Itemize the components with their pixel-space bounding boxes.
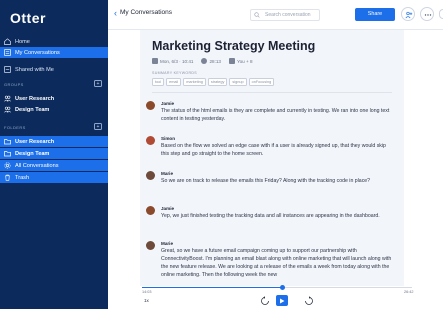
meeting-attendees[interactable]: You + 8 bbox=[228, 58, 253, 64]
back-button[interactable]: ‹ My Conversations bbox=[114, 7, 173, 18]
add-folder-button[interactable]: + bbox=[94, 123, 102, 130]
sidebar-item-label: User Research bbox=[15, 138, 55, 145]
sidebar-folder-trash[interactable]: Trash bbox=[0, 172, 108, 183]
folder-icon bbox=[4, 150, 11, 157]
play-icon bbox=[280, 298, 285, 303]
sidebar: Otter Home My Conversations Shared with … bbox=[0, 0, 108, 309]
add-group-button[interactable]: + bbox=[94, 80, 102, 87]
more-options-button[interactable] bbox=[420, 7, 434, 21]
total-time: 26:42 bbox=[404, 290, 414, 294]
folder-icon bbox=[4, 138, 11, 145]
search-icon bbox=[254, 12, 260, 18]
meeting-meta: Mon, 6/3 · 10:41 28:13 You + 8 bbox=[152, 58, 261, 64]
sidebar-group-user-research[interactable]: User Research bbox=[0, 93, 108, 104]
message-text[interactable]: The status of the html emails is they ar… bbox=[161, 107, 395, 123]
playback-speed-button[interactable]: 1x bbox=[144, 298, 149, 303]
panel-toggle[interactable] bbox=[439, 9, 443, 19]
avatar bbox=[146, 241, 155, 250]
calendar-icon bbox=[152, 58, 158, 64]
sidebar-item-label: Design Team bbox=[15, 150, 50, 157]
message-text[interactable]: Great, so we have a future email campaig… bbox=[161, 247, 395, 279]
avatar bbox=[146, 136, 155, 145]
gear-icon bbox=[4, 162, 11, 169]
sidebar-group-design-team[interactable]: Design Team bbox=[0, 104, 108, 115]
sidebar-item-label: Home bbox=[15, 38, 30, 45]
playback-progress bbox=[142, 287, 283, 289]
home-icon bbox=[4, 38, 11, 45]
divider bbox=[152, 92, 392, 93]
clock-icon bbox=[201, 58, 208, 64]
sidebar-item-my-conversations[interactable]: My Conversations bbox=[0, 47, 108, 58]
page-title: Marketing Strategy Meeting bbox=[152, 39, 316, 53]
chevron-left-icon: ‹ bbox=[114, 7, 117, 18]
sidebar-item-label: My Conversations bbox=[15, 49, 60, 56]
elapsed-time: 14:03 bbox=[142, 290, 152, 294]
speaker-name[interactable]: Jamie bbox=[161, 101, 174, 106]
group-icon bbox=[4, 106, 11, 113]
keyword-chip[interactable]: email bbox=[166, 78, 182, 86]
play-button[interactable] bbox=[276, 295, 288, 306]
message-text[interactable]: Based on the flow we solved an edge case… bbox=[161, 142, 395, 158]
speaker-name[interactable]: Jamie bbox=[161, 206, 174, 211]
speaker-name[interactable]: Marie bbox=[161, 171, 173, 176]
avatar bbox=[146, 206, 155, 215]
keyword-chip[interactable]: tool bbox=[152, 78, 165, 86]
conversations-icon bbox=[4, 49, 11, 56]
sidebar-item-label: Trash bbox=[15, 174, 30, 181]
app-logo[interactable]: Otter bbox=[10, 10, 46, 26]
avatar bbox=[146, 101, 155, 110]
rewind-icon[interactable] bbox=[260, 296, 270, 306]
keyword-chip[interactable]: marketing bbox=[183, 78, 206, 86]
transcript-panel: Marketing Strategy Meeting Mon, 6/3 · 10… bbox=[140, 30, 404, 286]
sidebar-item-label: Shared with Me bbox=[15, 66, 54, 73]
sidebar-folder-all-conversations[interactable]: All Conversations bbox=[0, 160, 108, 171]
speaker-name[interactable]: Simon bbox=[161, 136, 175, 141]
shared-icon bbox=[4, 66, 11, 73]
scrubber-handle[interactable] bbox=[279, 285, 285, 291]
trash-icon bbox=[4, 174, 11, 181]
keyword-chip[interactable]: signup bbox=[229, 78, 247, 86]
audio-player: 14:03 26:42 1x bbox=[108, 285, 443, 309]
keywords-list: tool email marketing strategy signup onF… bbox=[152, 78, 276, 86]
keywords-label: SUMMARY KEYWORDS bbox=[152, 71, 198, 75]
sidebar-item-label: User Research bbox=[15, 95, 55, 102]
add-people-button[interactable] bbox=[401, 7, 415, 21]
forward-icon[interactable] bbox=[304, 296, 314, 306]
group-icon bbox=[4, 95, 11, 102]
keyword-chip[interactable]: strategy bbox=[207, 78, 228, 86]
groups-section-label: GROUPS bbox=[4, 82, 24, 87]
message-text[interactable]: So we are on track to release the emails… bbox=[161, 177, 395, 185]
avatar bbox=[146, 171, 155, 180]
sidebar-item-shared-with-me[interactable]: Shared with Me bbox=[0, 64, 108, 75]
playback-scrubber[interactable] bbox=[142, 285, 412, 291]
folders-section-label: FOLDERS bbox=[4, 125, 26, 130]
speaker-name[interactable]: Marie bbox=[161, 241, 173, 246]
share-button[interactable]: Share bbox=[355, 8, 395, 21]
people-icon bbox=[228, 58, 235, 64]
sidebar-item-label: All Conversations bbox=[15, 162, 59, 169]
keyword-chip[interactable]: onFocusing bbox=[248, 78, 275, 86]
meeting-date: Mon, 6/3 · 10:41 bbox=[152, 58, 193, 64]
sidebar-folder-design-team[interactable]: Design Team bbox=[0, 148, 108, 159]
back-label: My Conversations bbox=[120, 9, 173, 16]
meeting-duration: 28:13 bbox=[201, 58, 221, 64]
top-bar: ‹ My Conversations Search conversation S… bbox=[108, 0, 443, 30]
sidebar-item-home[interactable]: Home bbox=[0, 36, 108, 47]
sidebar-folder-user-research[interactable]: User Research bbox=[0, 136, 108, 147]
sidebar-item-label: Design Team bbox=[15, 106, 50, 113]
search-input[interactable]: Search conversation bbox=[250, 9, 320, 21]
add-people-icon bbox=[405, 11, 413, 19]
more-horizontal-icon bbox=[424, 14, 432, 16]
message-text[interactable]: Yep, we just finished testing the tracki… bbox=[161, 212, 395, 220]
